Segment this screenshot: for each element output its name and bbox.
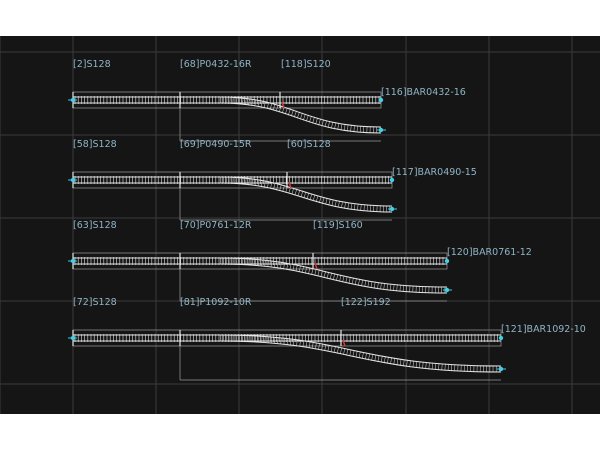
- diverging-rail: [219, 182, 393, 213]
- diverging-rail: [219, 340, 502, 373]
- endpoint-main: [378, 97, 384, 103]
- label-row3-end-piece[interactable]: [120]BAR0761-12: [447, 247, 532, 258]
- label-row2-end-piece[interactable]: [117]BAR0490-15: [392, 167, 477, 178]
- label-row4-middle-straight[interactable]: [122]S192: [341, 297, 391, 308]
- piece-outline: [72, 171, 181, 189]
- label-row1-end-piece[interactable]: [116]BAR0432-16: [381, 87, 466, 98]
- track-row-1: [68, 91, 386, 142]
- label-row2-turnout[interactable]: [69]P0490-15R: [180, 139, 252, 150]
- label-row3-turnout[interactable]: [70]P0761-12R: [180, 220, 252, 231]
- endpoint-main: [498, 335, 504, 341]
- track-row-4: [68, 329, 506, 381]
- label-row1-middle-straight[interactable]: [118]S120: [281, 59, 331, 70]
- piece-outline: [72, 91, 181, 109]
- label-row2-middle-straight[interactable]: [60]S128: [287, 139, 331, 150]
- label-row4-left-straight[interactable]: [72]S128: [73, 297, 117, 308]
- label-row3-left-straight[interactable]: [63]S128: [73, 220, 117, 231]
- track-row-2: [68, 171, 397, 221]
- track-row-3: [68, 252, 452, 302]
- label-row1-turnout[interactable]: [68]P0432-16R: [180, 59, 252, 70]
- label-row3-middle-straight[interactable]: [119]S160: [313, 220, 363, 231]
- track-layout-canvas[interactable]: [2]S128 [68]P0432-16R [118]S120 [116]BAR…: [0, 36, 600, 414]
- label-row4-end-piece[interactable]: [121]BAR1092-10: [501, 324, 586, 335]
- endpoint-main: [389, 177, 395, 183]
- label-row1-left-straight[interactable]: [2]S128: [73, 59, 111, 70]
- label-row2-left-straight[interactable]: [58]S128: [73, 139, 117, 150]
- endpoint-main: [444, 258, 450, 264]
- label-row4-turnout[interactable]: [81]P1092-10R: [180, 297, 252, 308]
- piece-outline: [72, 329, 181, 347]
- track-diagram: [2]S128 [68]P0432-16R [118]S120 [116]BAR…: [0, 36, 600, 414]
- piece-outline: [72, 252, 181, 270]
